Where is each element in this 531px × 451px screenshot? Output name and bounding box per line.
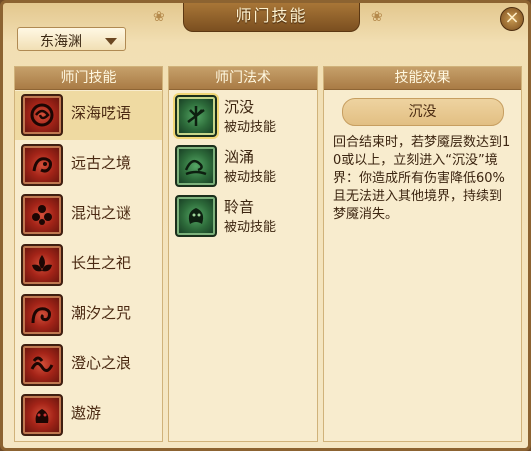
faction-dropdown[interactable]: 东海渊 <box>17 27 126 51</box>
skill-item-changshengzhisi[interactable]: 长生之祀 <box>15 241 162 290</box>
skill-item-hundunzhimi[interactable]: 混沌之谜 <box>15 191 162 240</box>
skill-item-chengxinzhilang[interactable]: 澄心之浪 <box>15 341 162 390</box>
left-ornament-icon: ❀ <box>153 9 165 25</box>
dragon-emblem-icon <box>21 144 63 186</box>
skill-name: 澄心之浪 <box>71 354 132 372</box>
spell-item-xiongyong[interactable]: 汹涌 被动技能 <box>169 141 317 190</box>
spell-name: 沉没 <box>224 98 255 116</box>
effect-description: 回合结束时，若梦魇层数达到10或以上，立刻进入“沉没”境界：你造成所有伤害降低6… <box>333 135 511 222</box>
spell-name: 聆音 <box>224 198 255 216</box>
faction-spells-header: 师门法术 <box>169 67 317 90</box>
skill-window: 师门技能 ❀ ❀ × 东海渊 师门技能 深海呓语 远古之境 混沌之谜 长生之祀 … <box>0 0 531 451</box>
creature-icon <box>175 195 217 237</box>
beast-emblem-icon <box>21 394 63 436</box>
flower-emblem-icon <box>21 194 63 236</box>
spell-type: 被动技能 <box>224 220 277 235</box>
wave-icon <box>175 145 217 187</box>
window-title: 师门技能 <box>235 6 308 25</box>
faction-spells-panel: 师门法术 沉没 被动技能 汹涌 被动技能 聆音 被动技能 <box>168 66 318 442</box>
skill-effect-header: 技能效果 <box>324 67 521 90</box>
skill-item-shenhaiyiyu[interactable]: 深海呓语 <box>15 91 162 140</box>
trident-icon <box>175 95 217 137</box>
skill-name: 混沌之谜 <box>71 204 132 222</box>
wave-emblem-icon <box>21 344 63 386</box>
skill-name: 遨游 <box>71 404 102 422</box>
lotus-emblem-icon <box>21 244 63 286</box>
skill-item-yuanguzhijing[interactable]: 远古之境 <box>15 141 162 190</box>
chevron-down-icon <box>105 38 117 45</box>
faction-dropdown-value: 东海渊 <box>40 34 82 50</box>
skill-item-chaoxizhizhou[interactable]: 潮汐之咒 <box>15 291 162 340</box>
effect-title: 沉没 <box>341 98 504 126</box>
right-ornament-icon: ❀ <box>371 9 383 25</box>
skill-name: 长生之祀 <box>71 254 132 272</box>
skill-item-aoyou[interactable]: 遨游 <box>15 391 162 440</box>
spell-item-chenmo[interactable]: 沉没 被动技能 <box>169 91 317 140</box>
spell-item-lingyin[interactable]: 聆音 被动技能 <box>169 191 317 240</box>
spell-type: 被动技能 <box>224 170 277 185</box>
skill-effect-panel: 技能效果 沉没 回合结束时，若梦魇层数达到10或以上，立刻进入“沉没”境界：你造… <box>323 66 522 442</box>
swirl-emblem-icon <box>21 294 63 336</box>
skill-name: 远古之境 <box>71 154 132 172</box>
skill-name: 潮汐之咒 <box>71 304 132 322</box>
close-button[interactable]: × <box>500 7 524 31</box>
faction-skills-panel: 师门技能 深海呓语 远古之境 混沌之谜 长生之祀 潮汐之咒 澄心之浪 遨游 <box>14 66 163 442</box>
whirlpool-emblem-icon <box>21 94 63 136</box>
title-bar: 师门技能 <box>183 3 360 32</box>
faction-skills-header: 师门技能 <box>15 67 162 90</box>
spell-name: 汹涌 <box>224 148 255 166</box>
skill-name: 深海呓语 <box>71 104 132 122</box>
spell-type: 被动技能 <box>224 120 277 135</box>
